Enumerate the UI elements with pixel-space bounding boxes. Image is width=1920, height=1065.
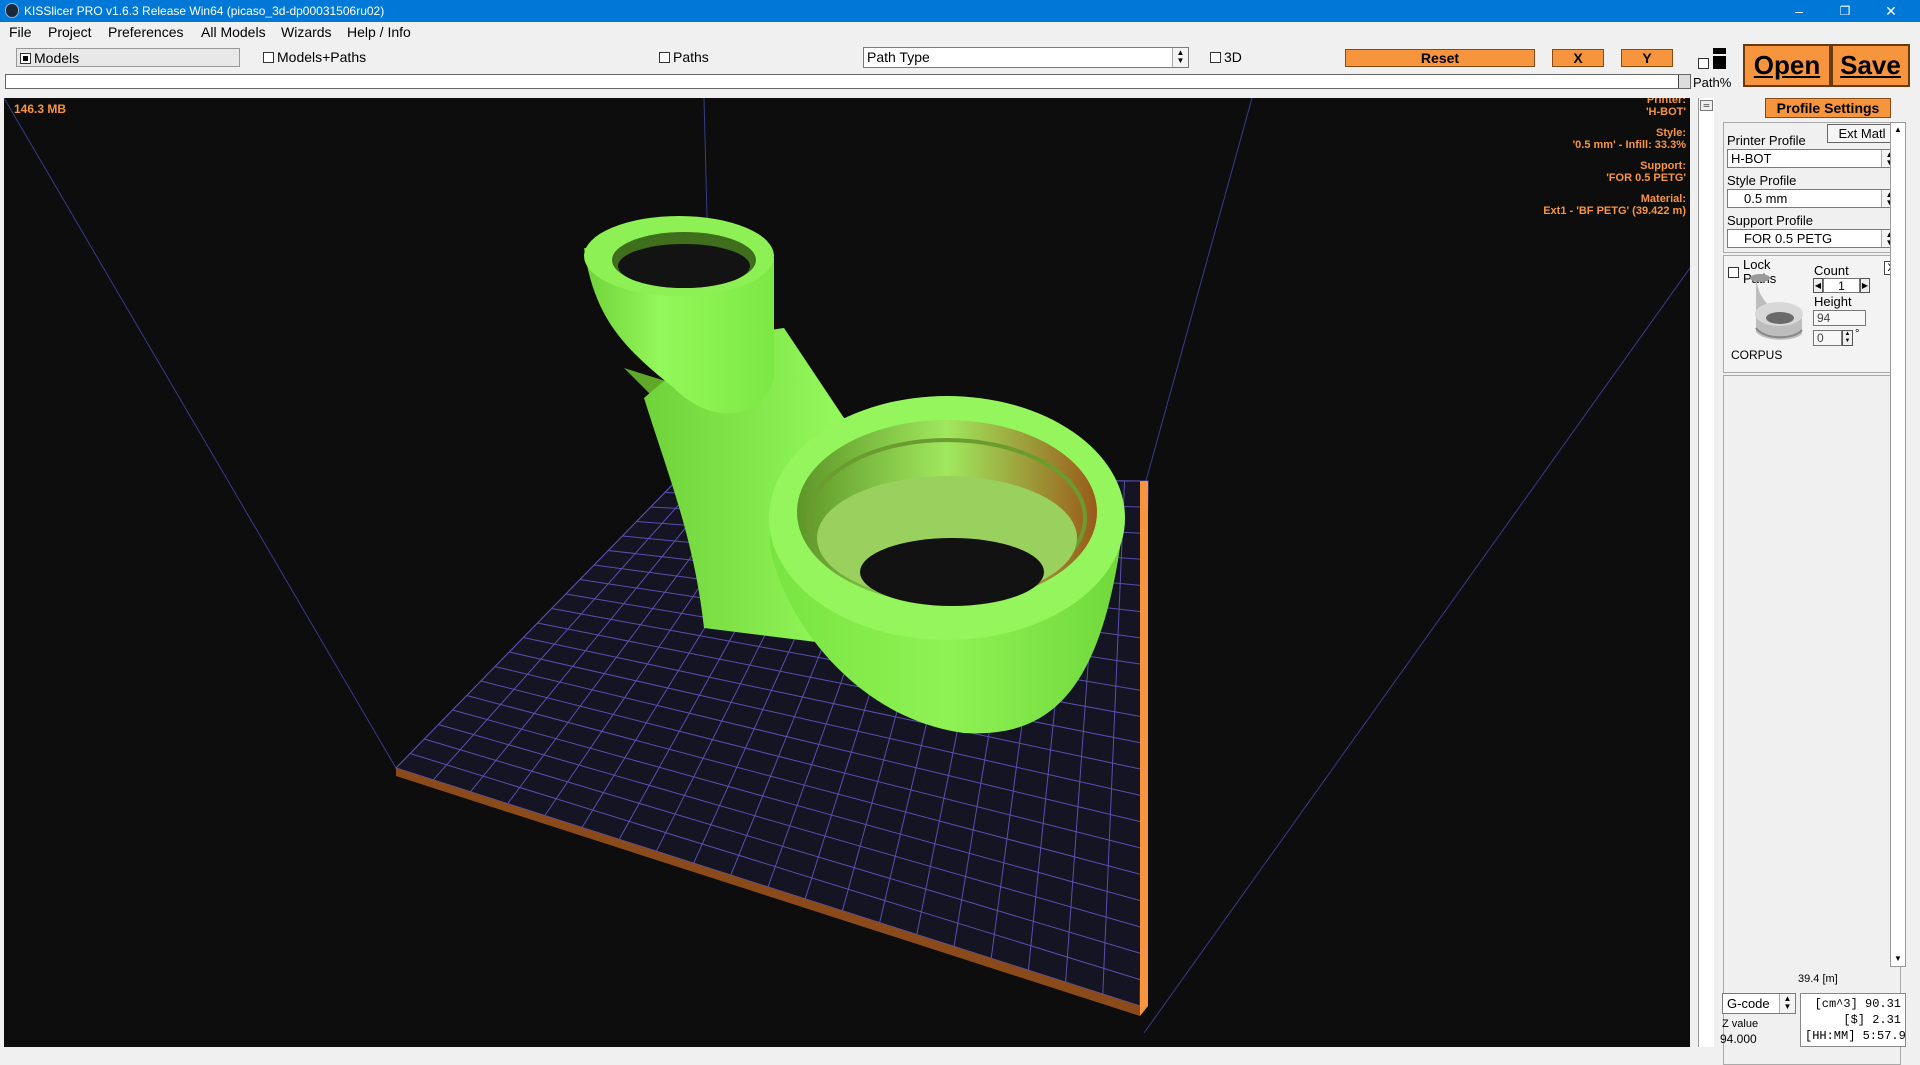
rotation-spinner[interactable]: ▲ ▼ — [1842, 330, 1853, 346]
three-d-checkbox[interactable] — [1210, 52, 1221, 63]
height-label: Height — [1814, 294, 1852, 309]
support-profile-select[interactable]: FOR 0.5 PETG ▲▼ — [1727, 229, 1898, 248]
style-value: '0.5 mm' - Infill: 33.3% — [1572, 139, 1686, 151]
filament-length: 39.4 [m] — [1798, 973, 1838, 985]
printer-profile-label: Printer Profile — [1727, 133, 1806, 148]
menu-all-models[interactable]: All Models — [201, 24, 266, 40]
support-profile-value: FOR 0.5 PETG — [1744, 231, 1833, 246]
layer-scroll-thumb[interactable]: ═ — [1700, 100, 1713, 111]
path-percent-label: Path% — [1693, 75, 1732, 90]
models-checkbox[interactable] — [20, 53, 31, 64]
paths-label: Paths — [673, 49, 709, 65]
reset-button[interactable]: Reset — [1345, 49, 1535, 67]
stats-volume: [cm^3] 90.31 — [1814, 997, 1901, 1011]
support-profile-label: Support Profile — [1727, 213, 1813, 228]
menu-wizards[interactable]: Wizards — [281, 24, 332, 40]
path-percent-slider[interactable] — [5, 74, 1691, 89]
layer-icon — [1713, 48, 1726, 54]
minimize-button[interactable]: – — [1776, 0, 1822, 22]
material-value: Ext1 - 'BF PETG' (39.422 m) — [1543, 205, 1686, 217]
models-label: Models — [34, 50, 80, 66]
slider-thumb[interactable] — [1678, 75, 1690, 88]
3d-viewport[interactable]: 146.3 MB Printer: 'H-BOT' Style: '0.5 mm… — [4, 98, 1690, 1047]
save-button[interactable]: Save — [1831, 44, 1910, 87]
stats-time: [HH:MM] 5:57.9 — [1805, 1029, 1906, 1043]
close-button[interactable]: ✕ — [1868, 0, 1914, 22]
count-input[interactable]: 1 — [1823, 278, 1860, 293]
style-label: Style: — [1656, 127, 1686, 139]
path-type-select[interactable]: Path Type ▲ ▼ — [863, 47, 1189, 68]
gcode-select[interactable]: G-code ▲ ▼ — [1722, 993, 1796, 1014]
style-profile-select[interactable]: 0.5 mm ▲▼ — [1727, 189, 1898, 208]
count-decrement-button[interactable]: ◀ — [1813, 278, 1823, 293]
select-arrows-icon: ▲▼ — [1172, 48, 1188, 67]
menu-project[interactable]: Project — [48, 24, 92, 40]
paths-option[interactable]: Paths — [659, 49, 709, 65]
ext-matl-button[interactable]: Ext Matl — [1827, 124, 1897, 143]
gcode-value: G-code — [1727, 996, 1770, 1011]
stats-cost: [$] 2.31 — [1843, 1013, 1901, 1027]
path-type-value: Path Type — [867, 49, 930, 65]
profile-settings-button[interactable]: Profile Settings — [1765, 98, 1891, 118]
count-increment-button[interactable]: ▶ — [1860, 278, 1870, 293]
printer-label: Printer: — [1646, 98, 1686, 106]
model-thumbnail — [1750, 274, 1803, 340]
layer-scrollbar[interactable]: ═ — [1698, 98, 1714, 1047]
three-d-label: 3D — [1224, 49, 1242, 65]
count-label: Count — [1814, 263, 1849, 278]
z-value-label: Z value — [1722, 1018, 1759, 1030]
model-name: CORPUS — [1731, 348, 1783, 362]
y-button[interactable]: Y — [1621, 49, 1673, 67]
right-panel: Profile Settings Ext Matl Printer Profil… — [1720, 98, 1901, 1065]
toolbar: Models Models+Paths Paths Path Type ▲ ▼ 3… — [0, 43, 1920, 87]
print-stats: [cm^3] 90.31 [$] 2.31 [HH:MM] 5:57.9 — [1800, 993, 1906, 1047]
window-title: KISSlicer PRO v1.6.3 Release Win64 (pica… — [24, 4, 385, 18]
models-list-area — [1723, 375, 1901, 1065]
printer-value: 'H-BOT' — [1645, 106, 1686, 118]
style-profile-label: Style Profile — [1727, 173, 1797, 188]
support-value: 'FOR 0.5 PETG' — [1606, 172, 1686, 184]
models-paths-option[interactable]: Models+Paths — [263, 49, 366, 65]
scene-canvas[interactable] — [4, 98, 1690, 1047]
lock-paths-checkbox[interactable] — [1728, 267, 1739, 278]
panel-scrollbar[interactable]: ▲ ▼ — [1890, 122, 1906, 967]
menu-help-info[interactable]: Help / Info — [347, 24, 411, 40]
height-input[interactable]: 94 — [1813, 310, 1866, 326]
style-profile-value: 0.5 mm — [1744, 191, 1788, 206]
open-button[interactable]: Open — [1743, 44, 1831, 87]
menu-bar: File Project Preferences All Models Wiza… — [0, 22, 1920, 42]
menu-preferences[interactable]: Preferences — [108, 24, 183, 40]
rotation-input[interactable]: 0 — [1813, 330, 1842, 346]
z-value: 94.000 — [1720, 1032, 1757, 1046]
scroll-down-icon[interactable]: ▼ — [1892, 953, 1904, 965]
printer-profile-value: H-BOT — [1731, 151, 1772, 166]
x-button[interactable]: X — [1552, 49, 1604, 67]
printer-profile-select[interactable]: H-BOT ▲▼ — [1727, 149, 1898, 168]
maximize-button[interactable]: ❐ — [1822, 0, 1868, 22]
layer-block-icon — [1713, 56, 1726, 69]
path-percent-checkbox[interactable] — [1698, 58, 1709, 69]
degree-symbol: ° — [1855, 328, 1860, 340]
title-bar: KISSlicer PRO v1.6.3 Release Win64 (pica… — [0, 0, 1920, 22]
support-label: Support: — [1640, 160, 1686, 172]
print-info-overlay: Printer: 'H-BOT' Style: '0.5 mm' - Infil… — [1386, 98, 1686, 217]
paths-checkbox[interactable] — [659, 52, 670, 63]
scroll-up-icon[interactable]: ▲ — [1892, 124, 1904, 136]
models-paths-label: Models+Paths — [277, 49, 367, 65]
select-arrows-icon: ▲▼ — [1779, 994, 1795, 1013]
menu-file[interactable]: File — [9, 24, 32, 40]
memory-usage: 146.3 MB — [14, 102, 67, 116]
models-paths-checkbox[interactable] — [263, 52, 274, 63]
three-d-option[interactable]: 3D — [1210, 49, 1242, 65]
material-label: Material: — [1640, 193, 1686, 205]
models-radio[interactable]: Models — [16, 48, 240, 67]
app-icon — [5, 3, 19, 18]
model-card[interactable]: Lock Paths CORPUS Count X ◀ 1 ▶ Height 9… — [1723, 255, 1901, 373]
